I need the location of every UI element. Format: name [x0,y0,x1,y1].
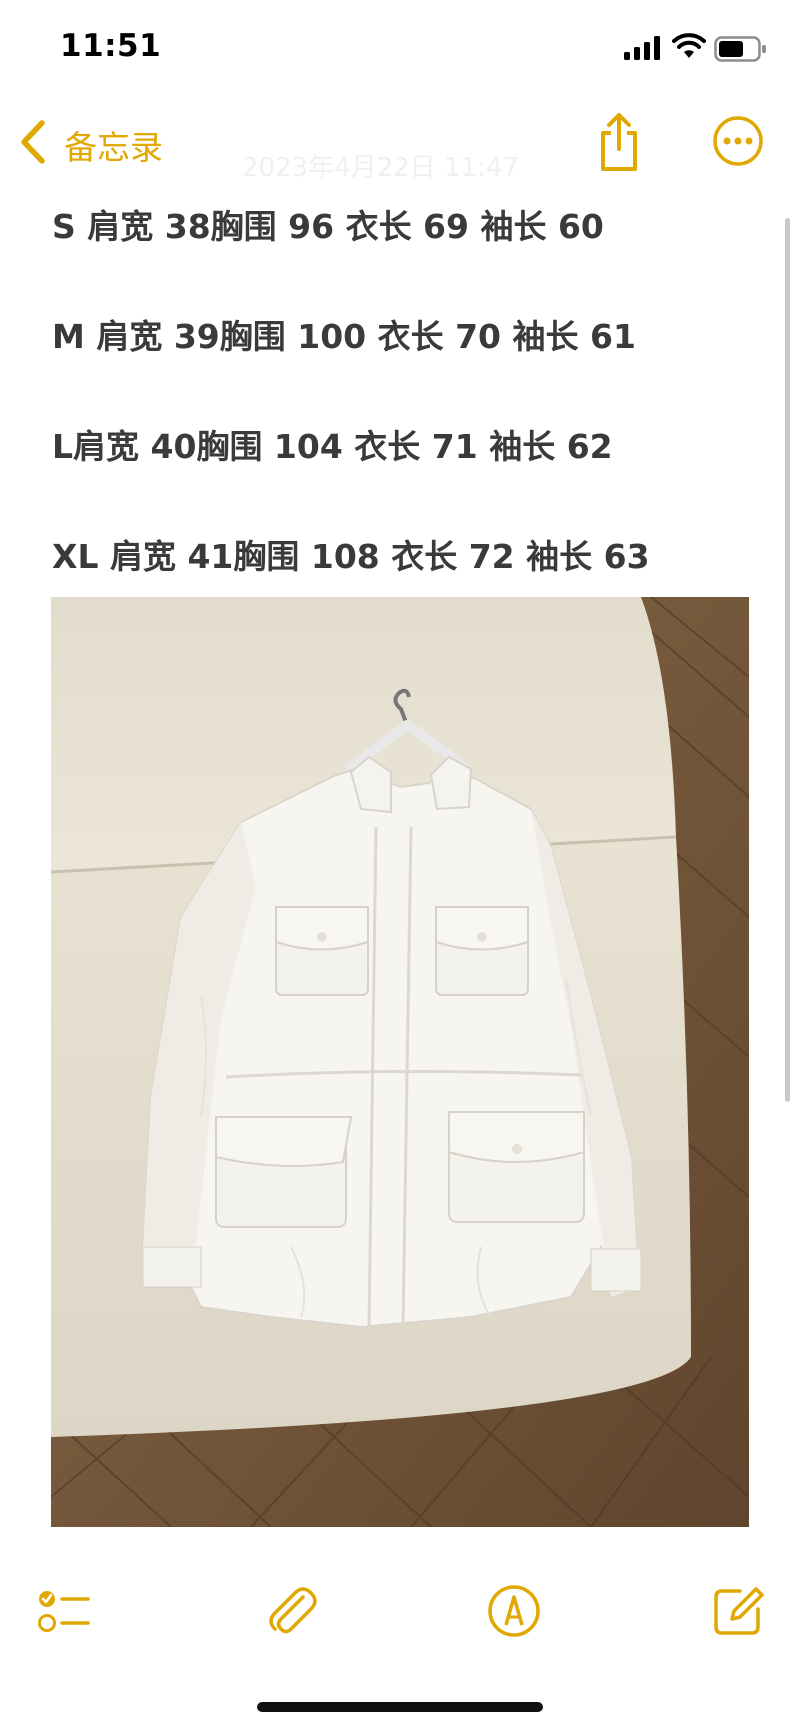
paperclip-icon[interactable] [263,1583,319,1639]
status-time: 11:51 [60,28,162,64]
compose-icon[interactable] [710,1583,766,1639]
jacket-photo-illustration [51,597,749,1527]
markup-pen-icon[interactable] [486,1583,542,1639]
note-line-s[interactable]: S 肩宽 38胸围 96 衣长 69 袖长 60 [52,200,604,248]
wifi-icon [672,33,706,58]
scroll-indicator[interactable] [785,218,790,1102]
share-icon[interactable] [594,111,644,173]
note-line-m[interactable]: M 肩宽 39胸围 100 衣长 70 袖长 61 [52,310,636,358]
attached-jacket-photo[interactable] [51,597,749,1527]
note-line-xl[interactable]: XL 肩宽 41胸围 108 衣长 72 袖长 63 [52,530,650,578]
back-chevron-icon[interactable] [18,119,48,165]
bottom-toolbar [0,1575,800,1655]
back-button[interactable]: 备忘录 [64,121,163,169]
home-indicator[interactable] [257,1702,543,1712]
checklist-icon[interactable] [36,1583,92,1639]
status-bar: 11:51 [0,0,800,100]
note-date: 2023年4月22日 11:47 [242,153,519,183]
cellular-signal-icon [624,36,660,60]
battery-icon [714,36,766,62]
navigation-bar: 备忘录 2023年4月22日 11:47 [0,105,800,185]
note-line-l[interactable]: L肩宽 40胸围 104 衣长 71 袖长 62 [52,420,613,468]
more-options-icon[interactable] [712,115,764,167]
